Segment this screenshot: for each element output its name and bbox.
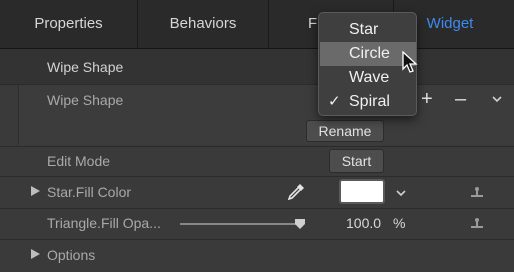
inspector-tab-bar: Properties Behaviors Fi Widget (0, 0, 514, 49)
add-button[interactable]: + (421, 88, 433, 111)
tab-properties[interactable]: Properties (0, 0, 138, 48)
chevron-down-icon[interactable] (492, 95, 502, 103)
rename-button[interactable]: Rename (306, 120, 384, 142)
disclosure-triangle-icon[interactable] (31, 249, 40, 259)
divider (0, 239, 514, 240)
checkmark-icon: ✓ (328, 93, 341, 110)
wipe-shape-label: Wipe Shape (47, 92, 124, 108)
edit-mode-label: Edit Mode (47, 153, 111, 169)
animation-keyframe-icon[interactable] (469, 184, 485, 200)
menu-item-spiral[interactable]: ✓ Spiral (320, 90, 416, 114)
divider (0, 208, 514, 209)
animation-keyframe-icon[interactable] (469, 215, 485, 231)
opacity-unit: % (393, 215, 406, 231)
opacity-slider-fill (180, 223, 300, 225)
star-fill-color-label: Star.Fill Color (47, 184, 132, 200)
opacity-slider-handle[interactable] (294, 218, 306, 230)
menu-item-label: Wave (349, 69, 390, 86)
divider (0, 176, 514, 177)
section-header: Wipe Shape (0, 49, 514, 84)
opacity-slider-track[interactable] (180, 223, 300, 225)
triangle-fill-opacity-label: Triangle.Fill Opa... (47, 215, 161, 231)
menu-item-label: Circle (349, 45, 390, 62)
menu-item-star[interactable]: Star (320, 18, 416, 42)
start-button[interactable]: Start (329, 149, 384, 173)
eyedropper-icon[interactable] (286, 182, 306, 202)
disclosure-triangle-icon[interactable] (31, 186, 40, 196)
section-title: Wipe Shape (47, 59, 124, 75)
color-swatch[interactable] (339, 179, 385, 204)
options-label[interactable]: Options (47, 247, 95, 263)
divider (0, 146, 514, 147)
menu-item-label: Star (349, 21, 379, 38)
tab-behaviors[interactable]: Behaviors (138, 0, 269, 48)
remove-button[interactable]: – (455, 88, 466, 111)
chevron-down-icon[interactable] (396, 189, 406, 197)
menu-item-label: Spiral (349, 93, 390, 110)
mouse-pointer-icon (402, 51, 418, 73)
opacity-value[interactable]: 100.0 (346, 215, 381, 231)
